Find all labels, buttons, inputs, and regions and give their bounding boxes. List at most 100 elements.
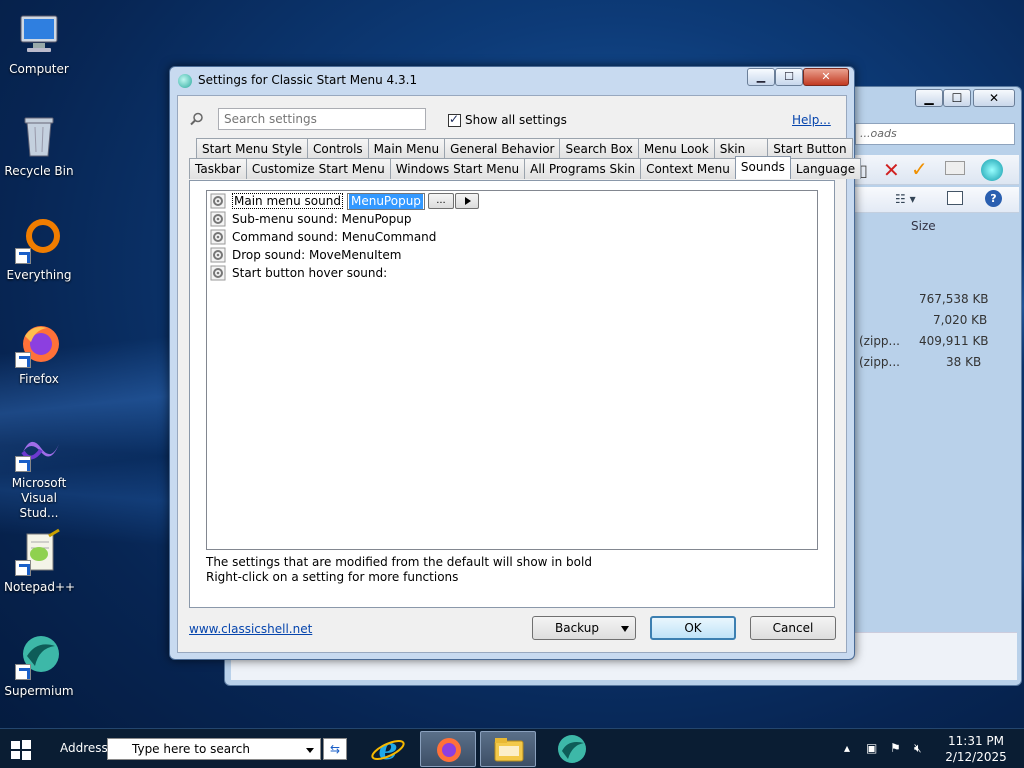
network-icon[interactable]: ▣ (866, 741, 877, 755)
setting-label: Sub-menu sound: MenuPopup (232, 212, 412, 226)
ok-button[interactable]: OK (650, 616, 736, 640)
minimize-button[interactable]: ▁ (747, 68, 775, 86)
shortcut-arrow-icon (15, 352, 31, 368)
properties-icon[interactable] (945, 161, 965, 175)
taskbar-file-explorer[interactable] (480, 731, 536, 767)
cancel-button[interactable]: Cancel (750, 616, 836, 640)
setting-drop-sound[interactable]: Drop sound: MoveMenuItem (210, 246, 401, 264)
tab-start-menu-style[interactable]: Start Menu Style (196, 138, 309, 159)
flag-icon[interactable]: ⚑ (890, 741, 901, 755)
supermium-icon (558, 735, 586, 763)
delete-x-icon[interactable]: ✕ (883, 158, 900, 182)
search-settings-input[interactable] (218, 108, 426, 130)
show-all-settings-option[interactable]: Show all settings (448, 112, 567, 127)
desktop-icon-label: Recycle Bin (4, 164, 74, 178)
bg-maximize-button[interactable]: ☐ (943, 89, 971, 107)
desktop-icon-computer[interactable]: Computer (4, 10, 74, 77)
refresh-go-button[interactable]: ⇆ (323, 738, 347, 760)
backup-button[interactable]: Backup (532, 616, 636, 640)
bg-column-size[interactable]: Size (911, 219, 936, 233)
tab-taskbar[interactable]: Taskbar (189, 158, 247, 179)
tab-controls[interactable]: Controls (307, 138, 369, 159)
checkmark-icon[interactable]: ✓ (911, 157, 928, 181)
show-all-settings-checkbox[interactable] (448, 112, 461, 127)
bg-close-button[interactable]: ✕ (973, 89, 1015, 107)
recycle-bin-icon (15, 112, 63, 160)
address-label: Address (60, 741, 108, 755)
tab-row-2: Taskbar Customize Start Menu Windows Sta… (189, 156, 862, 179)
classic-shell-icon (178, 74, 192, 88)
shortcut-arrow-icon (15, 560, 31, 576)
view-options-icon[interactable]: ☷ ▾ (895, 192, 916, 206)
setting-label: Command sound: MenuCommand (232, 230, 437, 244)
desktop-icon-label: Firefox (19, 372, 59, 386)
taskbar-internet-explorer[interactable]: e (360, 731, 416, 767)
notepad-plus-plus-icon (15, 528, 63, 576)
bg-cell-size: 409,911 KB (919, 334, 989, 348)
svg-text:e: e (378, 732, 397, 767)
tab-main-menu[interactable]: Main Menu (367, 138, 446, 159)
play-sound-button[interactable] (454, 193, 479, 209)
tab-windows-start-menu[interactable]: Windows Start Menu (389, 158, 526, 179)
setting-start-button-hover-sound[interactable]: Start button hover sound: (210, 264, 387, 282)
shell-icon[interactable] (981, 159, 1003, 181)
tab-general-behavior[interactable]: General Behavior (444, 138, 561, 159)
show-all-settings-label: Show all settings (465, 113, 567, 127)
dropdown-arrow-icon (621, 626, 629, 632)
show-hidden-icons-chevron[interactable]: ▴ (844, 741, 850, 755)
preview-pane-icon[interactable] (947, 191, 963, 205)
volume-muted-icon[interactable]: 🔇︎ (914, 741, 922, 756)
address-search-input[interactable]: Type here to search (107, 738, 321, 760)
setting-label: Start button hover sound: (232, 266, 388, 280)
sound-value-input[interactable]: MenuPopup (346, 192, 425, 210)
desktop-icon-firefox[interactable]: Firefox (4, 320, 74, 387)
bg-cell-type: (zipp... (859, 334, 900, 348)
search-icon (190, 112, 203, 126)
taskbar-firefox[interactable] (420, 731, 476, 767)
help-icon[interactable]: ? (985, 190, 1002, 207)
settings-tree[interactable]: Main menu sound MenuPopup ... Sub-menu s… (206, 190, 818, 550)
shortcut-arrow-icon (15, 664, 31, 680)
desktop-icon-label: Notepad++ (4, 580, 76, 594)
windows-start-icon[interactable] (10, 739, 32, 761)
desktop-icon-notepad-plus-plus[interactable]: Notepad++ (4, 528, 76, 595)
tab-menu-look[interactable]: Menu Look (637, 138, 715, 159)
dialog-client-area: Show all settings Help... Start Menu Sty… (177, 95, 862, 653)
desktop-icon-label: Microsoft Visual Stud... (11, 476, 67, 520)
classicshell-website-link[interactable]: www.classicshell.net (189, 622, 312, 636)
chevron-down-icon[interactable] (306, 748, 314, 753)
tab-context-menu[interactable]: Context Menu (640, 158, 736, 179)
bg-minimize-button[interactable]: ▁ (915, 89, 943, 107)
gear-icon (210, 265, 226, 281)
setting-sub-menu-sound[interactable]: Sub-menu sound: MenuPopup (210, 210, 411, 228)
bg-cell-size: 7,020 KB (933, 313, 988, 327)
desktop-icon-supermium[interactable]: Supermium (4, 632, 74, 699)
sound-value-selection: MenuPopup (348, 193, 423, 209)
tab-language[interactable]: Language (789, 158, 862, 179)
settings-dialog[interactable]: Settings for Classic Start Menu 4.3.1 ▁ … (169, 66, 862, 660)
hint-right-click: Right-click on a setting for more functi… (206, 570, 459, 584)
desktop-icon-label: Computer (9, 62, 69, 76)
desktop-icon-visual-studio[interactable]: Microsoft Visual Stud... (4, 424, 74, 521)
maximize-button[interactable]: ☐ (775, 68, 803, 86)
desktop-icon-everything[interactable]: Everything (4, 216, 74, 283)
tab-search-box[interactable]: Search Box (559, 138, 639, 159)
setting-main-menu-sound[interactable]: Main menu sound MenuPopup ... (210, 192, 479, 210)
tab-customize-start-menu[interactable]: Customize Start Menu (245, 158, 391, 179)
shortcut-arrow-icon (15, 248, 31, 264)
bg-cell-size: 767,538 KB (919, 292, 989, 306)
tab-sounds[interactable]: Sounds (734, 156, 791, 179)
title-bar[interactable]: Settings for Classic Start Menu 4.3.1 ▁ … (170, 67, 854, 93)
browse-button[interactable]: ... (427, 193, 454, 209)
desktop-icon-recycle-bin[interactable]: Recycle Bin (4, 112, 74, 179)
close-button[interactable]: ✕ (803, 68, 849, 86)
taskbar-clock[interactable]: 11:31 PM 2/12/2025 (936, 733, 1016, 765)
taskbar-supermium[interactable] (544, 731, 600, 767)
everything-icon (15, 216, 63, 264)
tab-all-programs-skin[interactable]: All Programs Skin (524, 158, 642, 179)
hint-bold-settings: The settings that are modified from the … (206, 555, 592, 569)
setting-command-sound[interactable]: Command sound: MenuCommand (210, 228, 436, 246)
help-link[interactable]: Help... (792, 113, 831, 127)
bg-search-input[interactable]: ...oads (855, 123, 1015, 145)
visual-studio-icon (15, 424, 63, 472)
